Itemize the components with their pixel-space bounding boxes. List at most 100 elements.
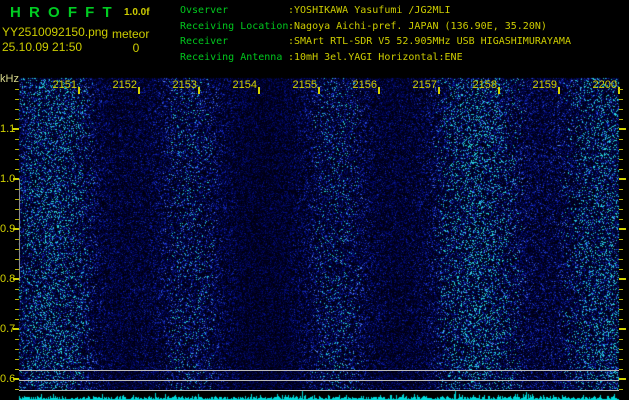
time-tick-label: 2200 — [592, 79, 617, 91]
time-tick-label: 2156 — [352, 79, 377, 91]
freq-minor-tick — [15, 169, 19, 170]
freq-tick-label: 0.8 — [0, 273, 16, 285]
freq-tick-label: 0.7 — [0, 323, 16, 335]
freq-minor-tick — [15, 99, 19, 100]
time-tick-label: 2157 — [412, 79, 437, 91]
freq-minor-tick — [619, 389, 623, 390]
time-tick-label: 2158 — [472, 79, 497, 91]
freq-major-tick — [13, 228, 19, 230]
freq-major-tick — [619, 378, 626, 380]
freq-minor-tick — [15, 89, 19, 90]
time-tick-label: 2152 — [112, 79, 137, 91]
info-value: :SMArt RTL-SDR V5 52.905MHz USB HIGASHIM… — [288, 36, 571, 47]
info-label: Ovserver — [180, 5, 229, 16]
freq-minor-tick — [15, 249, 19, 250]
freq-major-tick — [619, 228, 626, 230]
freq-minor-tick — [619, 249, 623, 250]
freq-tick-label: 1.1 — [0, 123, 16, 135]
freq-minor-tick — [619, 369, 623, 370]
freq-minor-tick — [15, 119, 19, 120]
time-tick — [498, 87, 500, 94]
freq-minor-tick — [15, 319, 19, 320]
freq-minor-tick — [15, 139, 19, 140]
freq-major-tick — [619, 128, 626, 130]
datetime-label: 25.10.09 21:50 — [2, 40, 83, 54]
freq-major-tick — [619, 278, 626, 280]
freq-minor-tick — [619, 239, 623, 240]
freq-minor-tick — [15, 209, 19, 210]
freq-minor-tick — [15, 239, 19, 240]
freq-minor-tick — [619, 269, 623, 270]
freq-minor-tick — [619, 89, 623, 90]
hrofft-window: H R O F F T 1.0.0f YY2510092150.png mete… — [0, 0, 629, 400]
info-label: Receiving Location — [180, 20, 289, 32]
freq-major-tick — [13, 178, 19, 180]
freq-minor-tick — [619, 299, 623, 300]
freq-minor-tick — [15, 149, 19, 150]
freq-tick-label: 0.9 — [0, 223, 16, 235]
grid-line-horizontal — [19, 380, 619, 381]
freq-major-tick — [13, 278, 19, 280]
time-tick — [378, 87, 380, 94]
freq-minor-tick — [619, 349, 623, 350]
mode-label: meteor — [112, 27, 150, 41]
app-version: 1.0.0f — [124, 7, 150, 18]
info-label: Receiving Antenna — [180, 51, 283, 63]
freq-minor-tick — [619, 199, 623, 200]
freq-minor-tick — [15, 199, 19, 200]
info-value: :10mH 3el.YAGI Horizontal:ENE — [288, 51, 463, 63]
time-tick — [78, 87, 80, 94]
freq-minor-tick — [15, 219, 19, 220]
freq-minor-tick — [15, 339, 19, 340]
freq-minor-tick — [619, 219, 623, 220]
freq-major-tick — [13, 378, 19, 380]
freq-minor-tick — [15, 389, 19, 390]
freq-minor-tick — [15, 109, 19, 110]
info-label: Receiver — [180, 36, 229, 47]
time-tick — [318, 87, 320, 94]
observer-info-block: Ovserver:YOSHIKAWA Yasufumi /JG2MLI Recei… — [180, 3, 625, 71]
freq-minor-tick — [619, 289, 623, 290]
grid-line-horizontal — [19, 390, 619, 391]
freq-minor-tick — [619, 259, 623, 260]
freq-minor-tick — [619, 99, 623, 100]
freq-major-tick — [619, 178, 626, 180]
freq-minor-tick — [619, 339, 623, 340]
time-tick-label: 2153 — [172, 79, 197, 91]
freq-minor-tick — [619, 159, 623, 160]
info-value: :Nagoya Aichi-pref. JAPAN (136.90E, 35.2… — [288, 20, 547, 32]
freq-minor-tick — [15, 299, 19, 300]
freq-minor-tick — [15, 259, 19, 260]
time-tick — [558, 87, 560, 94]
app-title: H R O F F T — [10, 4, 114, 21]
time-tick-label: 2151 — [52, 79, 77, 91]
info-row: Receiving Location:Nagoya Aichi-pref. JA… — [180, 19, 625, 35]
time-tick — [198, 87, 200, 94]
filename-label: YY2510092150.png — [2, 25, 109, 39]
freq-minor-tick — [15, 349, 19, 350]
freq-unit-label: kHz — [0, 73, 19, 85]
freq-minor-tick — [15, 369, 19, 370]
reference-line-vertical — [19, 179, 20, 281]
freq-major-tick — [13, 328, 19, 330]
freq-minor-tick — [15, 269, 19, 270]
info-row: Ovserver:YOSHIKAWA Yasufumi /JG2MLI — [180, 3, 625, 19]
freq-minor-tick — [619, 139, 623, 140]
freq-tick-label: 0.6 — [0, 373, 16, 385]
freq-minor-tick — [15, 189, 19, 190]
freq-minor-tick — [619, 169, 623, 170]
info-row: Receiving Antenna :10mH 3el.YAGI Horizont… — [180, 50, 625, 66]
freq-minor-tick — [619, 209, 623, 210]
time-tick-label: 2154 — [232, 79, 257, 91]
freq-minor-tick — [619, 119, 623, 120]
time-tick — [138, 87, 140, 94]
time-tick-label: 2159 — [532, 79, 557, 91]
time-tick — [258, 87, 260, 94]
freq-minor-tick — [619, 319, 623, 320]
freq-tick-label: 1.0 — [0, 173, 16, 185]
freq-minor-tick — [619, 359, 623, 360]
freq-major-tick — [619, 328, 626, 330]
freq-minor-tick — [619, 189, 623, 190]
grid-line-horizontal — [19, 370, 619, 371]
freq-minor-tick — [15, 359, 19, 360]
